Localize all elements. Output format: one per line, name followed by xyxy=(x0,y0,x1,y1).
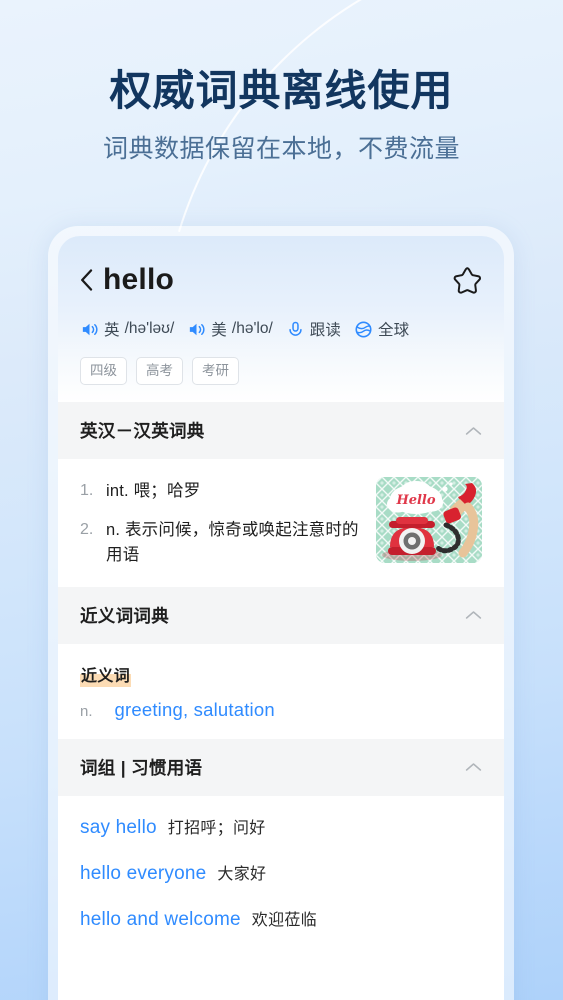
globe-icon[interactable] xyxy=(354,320,373,339)
phrase-item[interactable]: say hello 打招呼；问好 xyxy=(80,814,482,839)
phrase-chinese: 欢迎莅临 xyxy=(251,911,317,929)
phrase-english[interactable]: hello everyone xyxy=(80,863,206,885)
exam-tag-row: 四级 高考 考研 xyxy=(80,357,482,402)
phrase-item[interactable]: hello and welcome 欢迎莅临 xyxy=(80,906,482,931)
synonym-label: 近义词 xyxy=(80,661,132,687)
global-label: 全球 xyxy=(378,322,410,339)
word-title-left: hello xyxy=(80,263,174,297)
star-outline-icon[interactable] xyxy=(452,265,482,295)
promo-page: 权威词典离线使用 词典数据保留在本地，不费流量 hello 英 /hə'ləʊ/… xyxy=(0,0,563,1000)
global-action[interactable]: 全球 xyxy=(354,318,409,340)
chevron-up-icon[interactable] xyxy=(465,762,482,772)
section-header-synonyms[interactable]: 近义词词典 xyxy=(58,586,504,644)
definitions-wrapper: 1. int. 喂；哈罗 2. n. 表示问候，惊奇或唤起注意时的用语 Hell… xyxy=(80,477,482,569)
speaker-icon[interactable] xyxy=(80,320,99,339)
exam-tag[interactable]: 高考 xyxy=(136,357,183,386)
microphone-icon[interactable] xyxy=(286,320,305,339)
definitions-list: 1. int. 喂；哈罗 2. n. 表示问候，惊奇或唤起注意时的用语 xyxy=(80,477,362,569)
phrase-item[interactable]: hello everyone 大家好 xyxy=(80,860,482,885)
pronunciation-us[interactable]: 美 /hə'lo/ xyxy=(187,318,273,340)
definition-text: int. 喂；哈罗 xyxy=(106,482,201,501)
definition-item: 2. n. 表示问候，惊奇或唤起注意时的用语 xyxy=(80,518,362,569)
phrase-chinese: 大家好 xyxy=(217,865,267,883)
section-header-dictionary[interactable]: 英汉－汉英词典 xyxy=(58,402,504,460)
chevron-up-icon[interactable] xyxy=(465,426,482,436)
hero-section: 权威词典离线使用 词典数据保留在本地，不费流量 xyxy=(0,66,563,164)
follow-read-label: 跟读 xyxy=(309,322,341,339)
pronunciation-uk-label: 英 xyxy=(104,322,120,339)
synonym-row: n. greeting, salutation xyxy=(80,699,482,721)
hero-title: 权威词典离线使用 xyxy=(109,67,454,114)
definition-number: 1. xyxy=(80,482,94,500)
exam-tag[interactable]: 考研 xyxy=(192,357,239,386)
phrase-english[interactable]: hello and welcome xyxy=(80,909,241,931)
back-chevron-icon[interactable] xyxy=(80,269,93,291)
svg-text:Hello: Hello xyxy=(395,493,435,508)
definition-text: n. 表示问候，惊奇或唤起注意时的用语 xyxy=(106,520,359,565)
hero-subtitle: 词典数据保留在本地，不费流量 xyxy=(102,134,460,163)
headword: hello xyxy=(103,263,175,296)
synonym-part-of-speech: n. xyxy=(80,702,93,720)
phone-screen: hello 英 /hə'ləʊ/ 美 /hə'lo/ 跟读 全球 四级 高考 考… xyxy=(58,236,504,1000)
word-title-row: hello xyxy=(80,258,482,302)
phone-mockup-frame: hello 英 /hə'ləʊ/ 美 /hə'lo/ 跟读 全球 四级 高考 考… xyxy=(48,226,514,1000)
pronunciation-uk[interactable]: 英 /hə'ləʊ/ xyxy=(80,318,174,340)
pronunciation-row: 英 /hə'ləʊ/ 美 /hə'lo/ 跟读 全球 xyxy=(80,318,482,340)
section-title: 近义词词典 xyxy=(80,605,169,626)
pronunciation-us-label: 美 xyxy=(211,322,227,339)
chevron-up-icon[interactable] xyxy=(465,610,482,620)
section-header-phrases[interactable]: 词组 | 习惯用语 xyxy=(58,738,504,796)
definition-number: 2. xyxy=(80,520,94,538)
phrase-chinese: 打招呼；问好 xyxy=(167,819,266,837)
exam-tag[interactable]: 四级 xyxy=(80,357,127,386)
section-title: 英汉－汉英词典 xyxy=(80,421,205,442)
speaker-icon[interactable] xyxy=(187,320,206,339)
illustration-graphic: Hello xyxy=(376,477,482,564)
word-header: hello 英 /hə'ləʊ/ 美 /hə'lo/ 跟读 全球 四级 高考 考… xyxy=(58,236,504,403)
definition-item: 1. int. 喂；哈罗 xyxy=(80,479,362,505)
section-body-phrases: say hello 打招呼；问好 hello everyone 大家好 hell… xyxy=(58,795,504,949)
synonym-words-link[interactable]: greeting, salutation xyxy=(115,699,275,721)
follow-read-action[interactable]: 跟读 xyxy=(286,318,341,340)
section-body-synonyms: 近义词 n. greeting, salutation xyxy=(58,643,504,739)
section-body-dictionary: 1. int. 喂；哈罗 2. n. 表示问候，惊奇或唤起注意时的用语 Hell… xyxy=(58,459,504,587)
pronunciation-us-ipa: /hə'lo/ xyxy=(231,320,273,337)
phrase-english[interactable]: say hello xyxy=(80,817,157,839)
pronunciation-uk-ipa: /hə'ləʊ/ xyxy=(124,320,175,337)
hello-telephone-illustration: Hello xyxy=(376,477,482,564)
section-title: 词组 | 习惯用语 xyxy=(80,757,203,778)
